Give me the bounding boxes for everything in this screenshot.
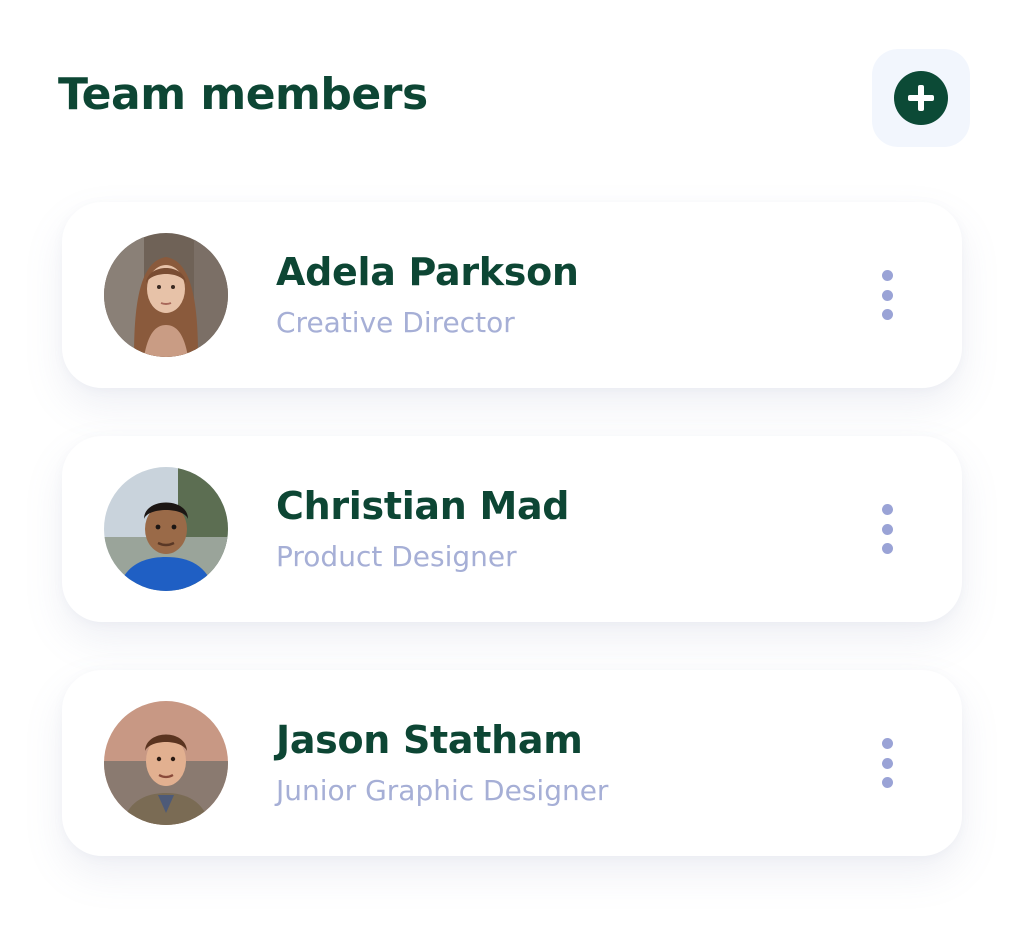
dot-icon <box>881 309 893 320</box>
dot-icon <box>881 543 893 554</box>
member-info: Adela Parkson Creative Director <box>276 248 579 340</box>
avatar-photo-icon <box>104 701 228 825</box>
plus-circle-icon <box>894 71 948 125</box>
dot-icon <box>881 289 893 301</box>
avatar <box>104 701 228 825</box>
team-members-widget: Team members Adela Parkson Creative Dire… <box>0 0 1024 925</box>
member-role: Creative Director <box>276 306 515 339</box>
more-options-button[interactable] <box>872 738 902 788</box>
dot-icon <box>881 738 893 749</box>
avatar-photo-icon <box>104 233 228 357</box>
header: Team members <box>58 48 970 148</box>
dot-icon <box>881 777 893 788</box>
member-name: Jason Statham <box>276 718 583 762</box>
more-options-button[interactable] <box>872 270 902 320</box>
member-info: Christian Mad Product Designer <box>276 482 570 574</box>
member-list: Adela Parkson Creative Director Christia… <box>62 202 962 904</box>
avatar <box>104 233 228 357</box>
member-card[interactable]: Jason Statham Junior Graphic Designer <box>62 670 962 856</box>
member-role: Junior Graphic Designer <box>276 774 609 807</box>
member-name: Christian Mad <box>276 484 570 528</box>
member-info: Jason Statham Junior Graphic Designer <box>276 716 608 808</box>
dot-icon <box>881 504 893 515</box>
dot-icon <box>881 270 893 281</box>
member-role: Product Designer <box>276 540 517 573</box>
member-card[interactable]: Christian Mad Product Designer <box>62 436 962 622</box>
dot-icon <box>881 757 893 769</box>
member-name: Adela Parkson <box>276 250 579 294</box>
member-card[interactable]: Adela Parkson Creative Director <box>62 202 962 388</box>
avatar <box>104 467 228 591</box>
more-options-button[interactable] <box>872 504 902 554</box>
avatar-photo-icon <box>104 467 228 591</box>
dot-icon <box>881 523 893 535</box>
page-title: Team members <box>58 68 428 120</box>
add-member-button[interactable] <box>872 49 970 147</box>
